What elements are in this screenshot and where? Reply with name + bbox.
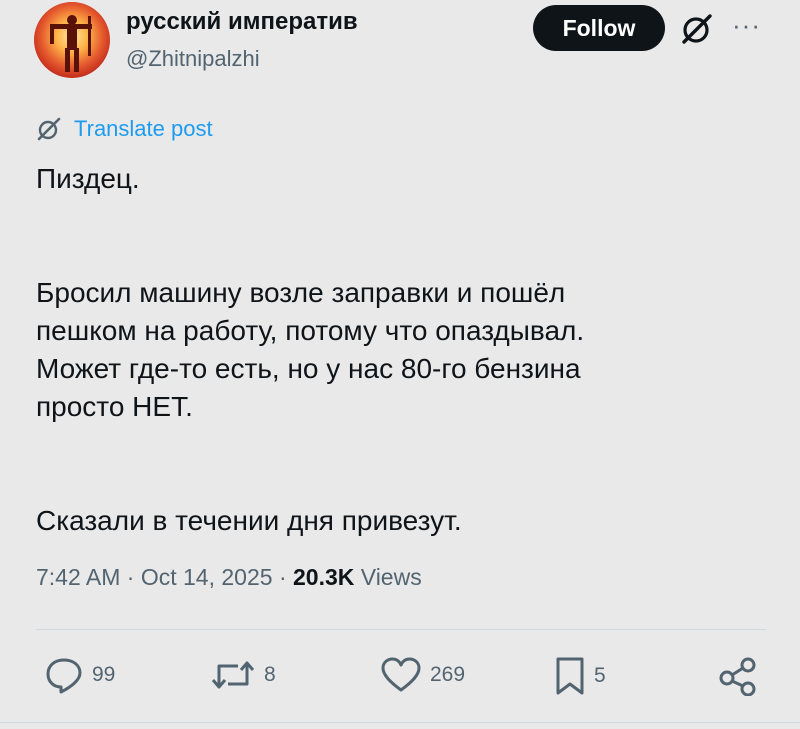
tweet-line: Может где-то есть, но у нас 80-го бензин… [36,353,581,384]
divider [36,629,766,630]
repost-button[interactable]: 8 [210,656,276,694]
like-button[interactable]: 269 [380,656,465,694]
repost-icon [211,661,255,689]
handle[interactable]: @Zhitnipalzhi [126,46,260,72]
tweet-line: пешком на работу, потому что опаздывал. [36,315,585,346]
tweet-date[interactable]: Oct 14, 2025 [141,564,273,590]
tweet-line: Сказали в течении дня привезут. [36,505,462,536]
tweet-text: Пиздец. Бросил машину возле заправки и п… [36,160,736,540]
translate-post-link[interactable]: Translate post [36,116,213,142]
views-count[interactable]: 20.3K [293,564,354,590]
repost-count: 8 [264,663,276,686]
share-icon [719,657,756,696]
translate-icon [37,117,61,141]
reply-count: 99 [92,663,116,686]
tweet-line: просто НЕТ. [36,391,193,422]
divider [0,722,800,723]
tweet-time[interactable]: 7:42 AM [36,564,120,590]
tweet-meta: 7:42 AM · Oct 14, 2025 · 20.3K Views [36,564,422,591]
tweet-line: Бросил машину возле заправки и пошёл [36,277,566,308]
translate-label: Translate post [74,116,213,141]
avatar-figure-image [50,15,92,72]
grok-icon[interactable] [680,12,714,46]
more-icon[interactable]: ··· [732,10,761,41]
follow-button[interactable]: Follow [533,5,665,51]
bookmark-count: 5 [594,664,606,687]
meta-separator: · [126,564,135,590]
like-count: 269 [430,663,466,686]
bookmark-button[interactable]: 5 [554,656,606,696]
avatar[interactable] [34,2,110,78]
like-icon [381,657,421,692]
share-button[interactable] [718,656,758,696]
reply-button[interactable]: 99 [44,656,115,694]
views-label: Views [360,564,422,590]
display-name[interactable]: русский императив [126,8,358,36]
meta-separator: · [278,564,287,590]
reply-icon [46,658,82,694]
tweet-line: Пиздец. [36,163,140,194]
bookmark-icon [556,657,584,695]
